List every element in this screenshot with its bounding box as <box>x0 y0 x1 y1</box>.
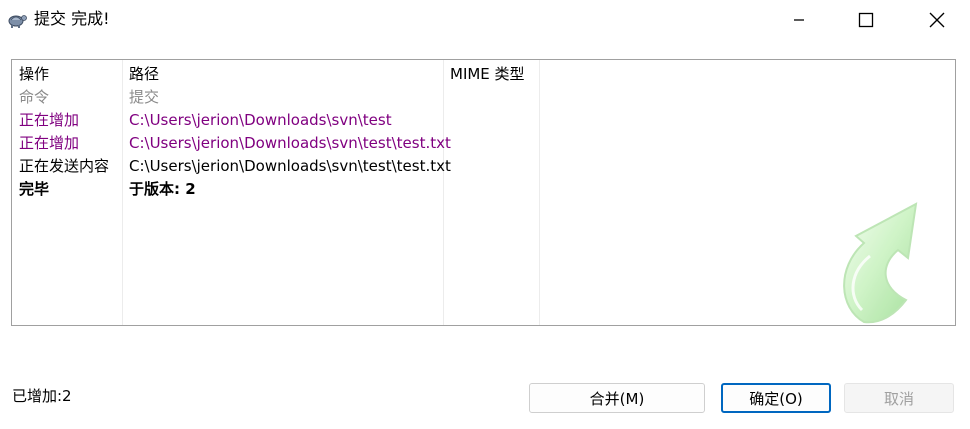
column-separator[interactable] <box>539 60 540 325</box>
tortoise-icon <box>8 15 27 28</box>
window-title: 提交 完成! <box>34 9 110 28</box>
row-action[interactable]: 正在增加 <box>19 111 79 130</box>
row-path[interactable]: C:\Users\jerion\Downloads\svn\test <box>129 111 392 130</box>
column-separator[interactable] <box>443 60 444 325</box>
cancel-button[interactable]: 取消 <box>844 383 954 413</box>
column-header-action[interactable]: 操作 <box>19 65 49 84</box>
column-header-path[interactable]: 路径 <box>129 65 159 84</box>
row-action[interactable]: 完毕 <box>19 180 49 199</box>
close-button[interactable] <box>914 0 960 40</box>
close-icon <box>929 12 945 28</box>
commit-dialog: 提交 完成! 操作 路径 MIME 类型 命令 提交 正在增加 C:\Users… <box>0 0 970 429</box>
row-path[interactable]: C:\Users\jerion\Downloads\svn\test\test.… <box>129 157 451 176</box>
row-action[interactable]: 命令 <box>19 88 49 107</box>
minimize-icon <box>794 19 804 21</box>
merge-button[interactable]: 合并(M) <box>529 383 705 413</box>
row-path[interactable]: 提交 <box>129 88 159 107</box>
status-summary: 已增加:2 <box>12 387 72 405</box>
row-path[interactable]: 于版本: 2 <box>129 180 196 199</box>
column-header-mime[interactable]: MIME 类型 <box>450 65 525 84</box>
column-separator[interactable] <box>122 60 123 325</box>
title-bar[interactable]: 提交 完成! <box>0 0 970 40</box>
row-action[interactable]: 正在增加 <box>19 134 79 153</box>
maximize-icon <box>858 12 874 28</box>
commit-arrow-icon <box>843 202 918 324</box>
row-path[interactable]: C:\Users\jerion\Downloads\svn\test\test.… <box>129 134 451 153</box>
minimize-button[interactable] <box>776 0 822 40</box>
commit-result-list[interactable]: 操作 路径 MIME 类型 命令 提交 正在增加 C:\Users\jerion… <box>11 59 956 326</box>
maximize-button[interactable] <box>843 0 889 40</box>
row-action[interactable]: 正在发送内容 <box>19 157 109 176</box>
ok-button[interactable]: 确定(O) <box>721 383 831 413</box>
